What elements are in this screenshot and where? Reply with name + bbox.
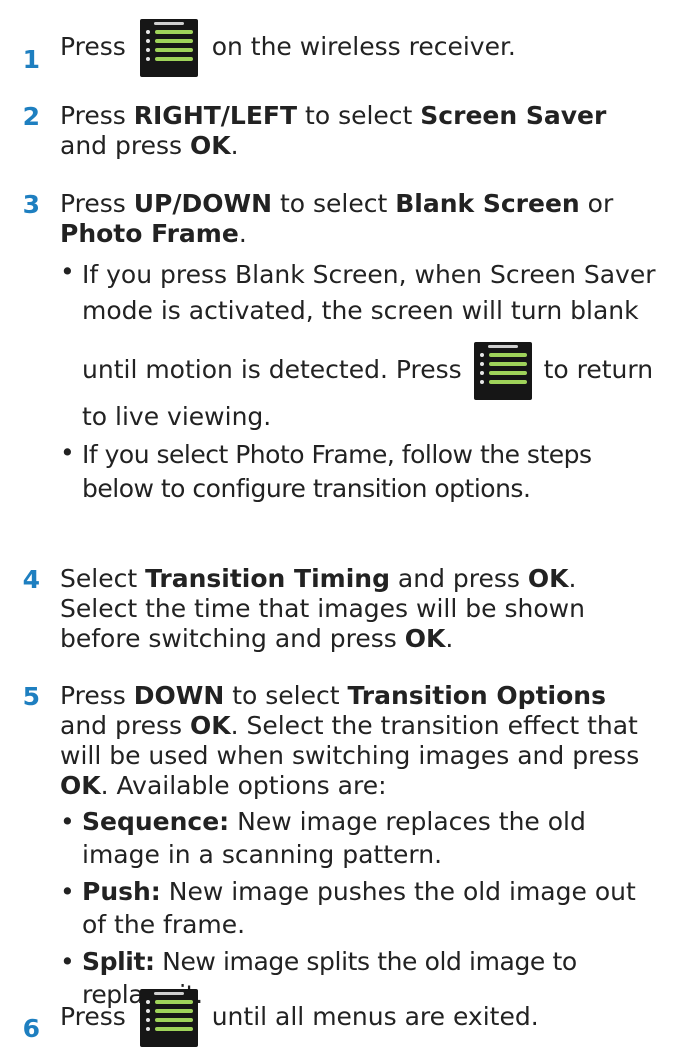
- step-text-part: on the wireless receiver.: [211, 32, 516, 61]
- menu-button-icon: [139, 989, 198, 1047]
- bullet-item: • If you select Photo Frame, follow the …: [60, 438, 592, 503]
- bullet-item: • If you press Blank Screen, when Screen…: [60, 257, 656, 431]
- menu-button-icon: [139, 19, 198, 77]
- step-number: 1: [22, 45, 40, 74]
- step-number: 3: [22, 190, 40, 219]
- step-number: 6: [22, 1014, 40, 1043]
- step-number: 2: [22, 102, 40, 131]
- instruction-page: 1 Press on the wireless receiver. 2 Pres…: [0, 0, 684, 1051]
- step-text: Press DOWN to select Transition Options …: [60, 681, 660, 1011]
- step-text: Select Transition Timing and press OK. S…: [60, 564, 585, 653]
- bullet-item: • Push: New image pushes the old image ou…: [60, 877, 636, 939]
- step-number: 5: [22, 682, 40, 711]
- step-text: Press until all menus are exited.: [60, 988, 660, 1047]
- step-number: 4: [22, 565, 40, 594]
- bullet-item: • Sequence: New image replaces the old im…: [60, 807, 586, 869]
- menu-button-icon: [473, 342, 532, 400]
- step-text: Press UP/DOWN to select Blank Screen or …: [60, 189, 660, 506]
- step-text: Press on the wireless receiver.: [60, 18, 660, 77]
- step-text: Press RIGHT/LEFT to select Screen Saver …: [60, 101, 607, 160]
- step-text-part: Press: [60, 32, 126, 61]
